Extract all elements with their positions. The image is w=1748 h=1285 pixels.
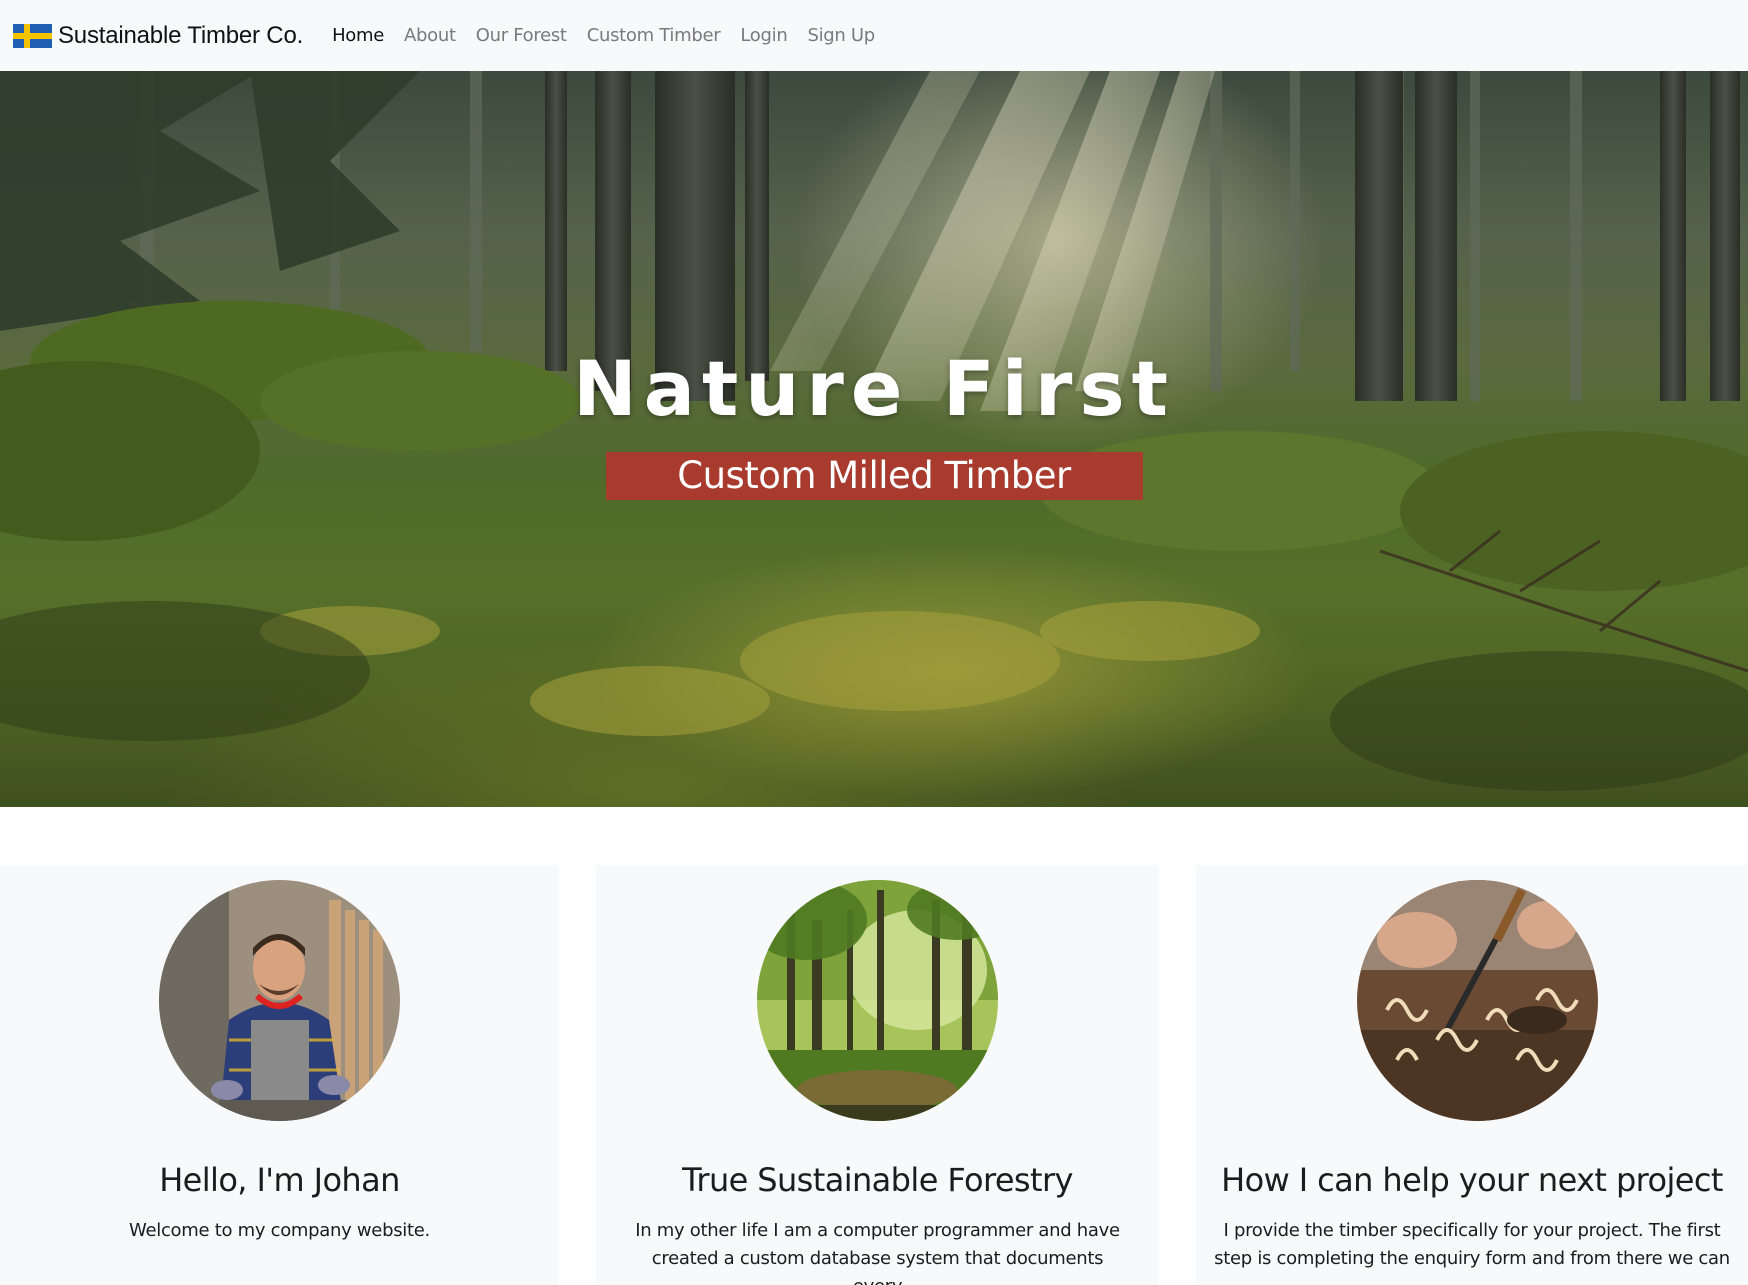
hero-subtitle: Custom Milled Timber	[605, 452, 1143, 500]
card-title: True Sustainable Forestry	[682, 1161, 1073, 1199]
smiling-carpenter-photo	[159, 880, 400, 1121]
nav-item-login[interactable]: Login	[740, 25, 787, 46]
hero-title: Nature First	[573, 344, 1175, 433]
wood-carving-chisel-photo	[1357, 880, 1598, 1121]
nav-item-sign-up[interactable]: Sign Up	[807, 25, 875, 46]
nav-menu: Home About Our Forest Custom Timber Logi…	[332, 25, 895, 46]
feature-cards: Hello, I'm Johan Welcome to my company w…	[0, 865, 1748, 1285]
top-navbar: Sustainable Timber Co. Home About Our Fo…	[0, 0, 1748, 71]
sweden-flag-icon	[13, 23, 52, 48]
card-text: In my other life I am a computer program…	[635, 1220, 1120, 1285]
card-text: I provide the timber specifically for yo…	[1214, 1220, 1730, 1269]
card-title: How I can help your next project	[1221, 1161, 1723, 1199]
nav-item-custom-timber[interactable]: Custom Timber	[587, 25, 721, 46]
card-about-johan: Hello, I'm Johan Welcome to my company w…	[0, 865, 559, 1285]
hero-banner: Nature First Custom Milled Timber	[0, 71, 1748, 807]
card-sustainable-forestry: True Sustainable Forestry In my other li…	[596, 865, 1159, 1285]
nav-item-home[interactable]: Home	[332, 25, 384, 46]
green-forest-photo	[757, 880, 998, 1121]
card-title: Hello, I'm Johan	[159, 1161, 400, 1199]
hero-content: Nature First Custom Milled Timber	[0, 351, 1748, 500]
brand-link[interactable]: Sustainable Timber Co.	[13, 22, 303, 50]
card-help-project: How I can help your next project I provi…	[1196, 865, 1748, 1285]
nav-item-about[interactable]: About	[404, 25, 456, 46]
card-text: Welcome to my company website.	[129, 1220, 430, 1241]
nav-item-our-forest[interactable]: Our Forest	[476, 25, 567, 46]
brand-name: Sustainable Timber Co.	[58, 21, 304, 49]
